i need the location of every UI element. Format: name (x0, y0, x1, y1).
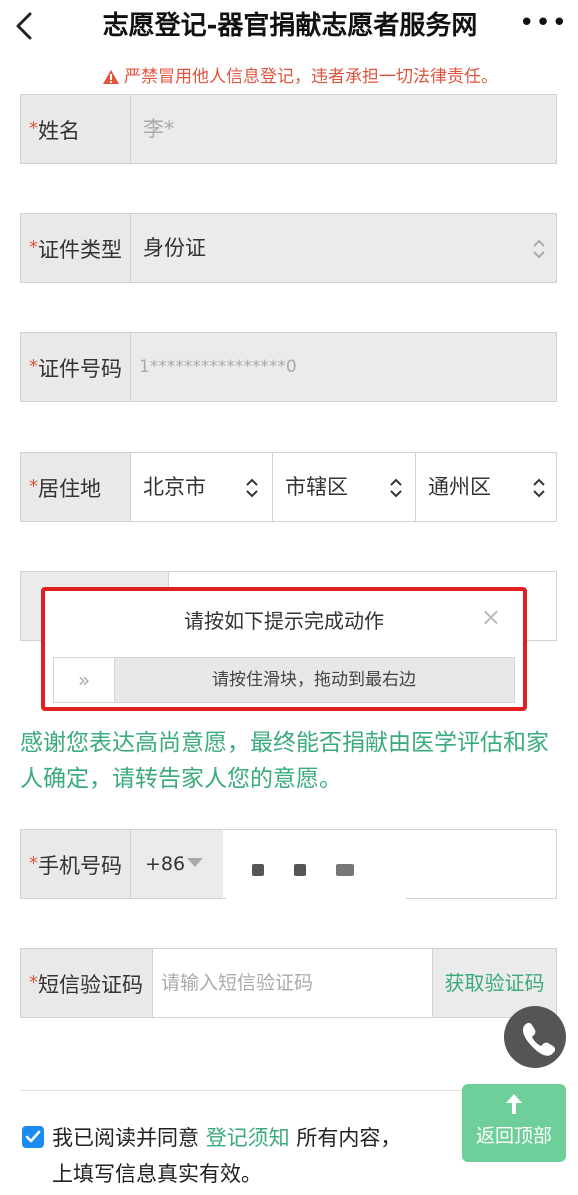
id-type-field: *证件类型 身份证 (20, 213, 557, 283)
agreement: 我已阅读并同意 登记须知 所有内容， 上填写信息真实有效。 (22, 1120, 462, 1192)
city-select[interactable]: 市辖区 (273, 453, 416, 521)
agreement-line2: 上填写信息真实有效。 (52, 1162, 262, 1186)
more-menu-icon[interactable]: ••• (519, 8, 568, 38)
select-arrows-icon (533, 478, 545, 498)
checkbox-checked-icon[interactable] (22, 1126, 44, 1148)
warning-icon (103, 70, 119, 84)
residence-field: *居住地 北京市 市辖区 通州区 (20, 452, 557, 522)
name-label: *姓名 (21, 95, 131, 163)
redaction-mark (294, 864, 306, 876)
id-type-label: *证件类型 (21, 214, 131, 282)
caret-down-icon (187, 858, 203, 867)
sms-label: *短信验证码 (21, 949, 153, 1017)
slider-handle[interactable]: » (54, 658, 115, 702)
phone-input-redacted[interactable] (226, 830, 406, 940)
warning-message: 严禁冒用他人信息登记，违者承担一切法律责任。 (124, 67, 498, 87)
redaction-mark (252, 864, 264, 876)
donation-notice: 感谢您表达高尚意愿，最终能否捐献由医学评估和家人确定，请转告家人您的意愿。 (20, 730, 549, 792)
back-to-top-button[interactable]: 返回顶部 (462, 1084, 566, 1162)
phone-call-button[interactable] (504, 1006, 566, 1068)
id-number-label: *证件号码 (21, 333, 131, 401)
select-arrows-icon (390, 478, 402, 498)
agreement-suffix: 所有内容， (296, 1126, 402, 1150)
select-arrows-icon (246, 478, 258, 498)
registration-notice-link[interactable]: 登记须知 (206, 1126, 290, 1150)
captcha-title: 请按如下提示完成动作 (184, 609, 384, 633)
slider-instruction: 请按住滑块，拖动到最右边 (212, 670, 416, 690)
warning-text: 严禁冒用他人信息登记，违者承担一切法律责任。 (60, 64, 540, 90)
residence-label: *居住地 (21, 453, 131, 521)
phone-label: *手机号码 (21, 830, 131, 898)
select-arrows-icon (533, 239, 545, 259)
id-number-input[interactable]: 1****************0 (139, 333, 297, 401)
province-select[interactable]: 北京市 (131, 453, 273, 521)
agreement-prefix: 我已阅读并同意 (52, 1126, 199, 1150)
slider-captcha-dialog: 请按如下提示完成动作 × » 请按住滑块，拖动到最右边 (41, 587, 527, 711)
sms-code-input[interactable]: 请输入短信验证码 (161, 949, 313, 1017)
captcha-slider-track[interactable]: » 请按住滑块，拖动到最右边 (53, 657, 515, 703)
chevron-left-icon[interactable] (6, 6, 46, 46)
close-icon[interactable]: × (481, 605, 501, 629)
name-input[interactable]: 李* (143, 95, 175, 163)
id-type-select[interactable]: 身份证 (143, 214, 206, 282)
back-to-top-label: 返回顶部 (475, 1125, 552, 1147)
id-number-field: *证件号码 1****************0 (20, 332, 557, 402)
district-select[interactable]: 通州区 (416, 453, 556, 521)
page-title: 志愿登记-器官捐献志愿者服务网 (102, 11, 478, 41)
arrow-up-icon (506, 1094, 522, 1114)
name-field: *姓名 李* (20, 94, 557, 164)
country-code-select[interactable]: +86 (131, 830, 223, 898)
phone-icon (522, 1022, 556, 1056)
sms-field: *短信验证码 请输入短信验证码 获取验证码 (20, 948, 557, 1018)
redaction-mark (336, 864, 354, 876)
top-bar: 志愿登记-器官捐献志愿者服务网 ••• (0, 0, 578, 52)
